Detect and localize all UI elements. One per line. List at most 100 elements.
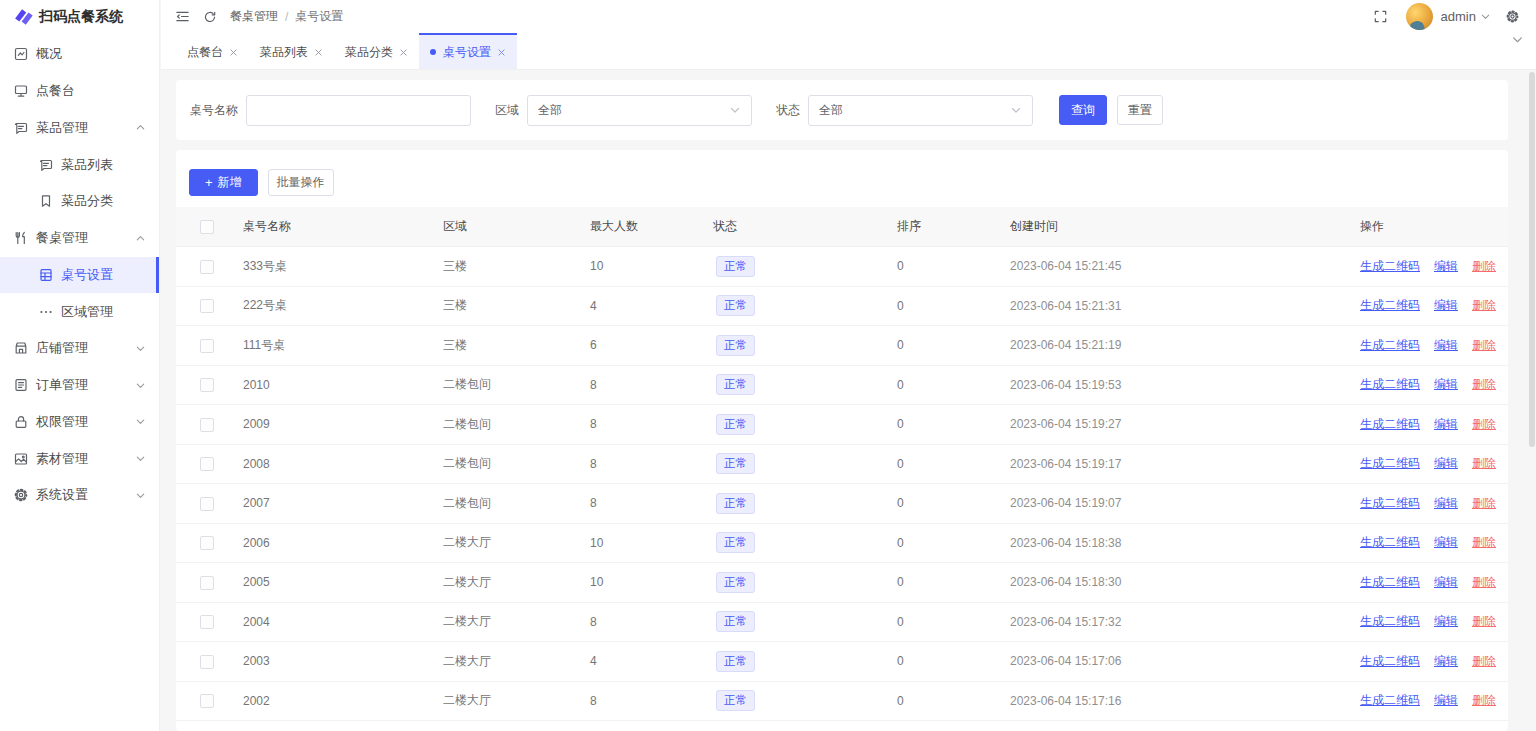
edit-link[interactable]: 编辑 (1434, 535, 1458, 549)
generate-qrcode-link[interactable]: 生成二维码 (1360, 654, 1420, 668)
row-checkbox[interactable] (200, 418, 214, 432)
delete-link[interactable]: 删除 (1472, 575, 1496, 589)
edit-link[interactable]: 编辑 (1434, 575, 1458, 589)
refresh-icon[interactable] (203, 10, 217, 24)
collapse-menu-icon[interactable] (175, 9, 190, 24)
tab-close-icon[interactable] (229, 48, 238, 57)
breadcrumb-item-1[interactable]: 餐桌管理 (230, 8, 278, 25)
row-checkbox[interactable] (200, 497, 214, 511)
sidebar-item-13[interactable]: 系统设置 (0, 477, 159, 514)
edit-link[interactable]: 编辑 (1434, 259, 1458, 273)
delete-link[interactable]: 删除 (1472, 654, 1496, 668)
sidebar-item-10[interactable]: 订单管理 (0, 367, 159, 404)
cell-sort: 0 (897, 417, 1010, 431)
table-manage-icon (13, 230, 29, 246)
generate-qrcode-link[interactable]: 生成二维码 (1360, 259, 1420, 273)
delete-link[interactable]: 删除 (1472, 259, 1496, 273)
add-button[interactable]: +新增 (189, 169, 258, 196)
select-all-checkbox[interactable] (200, 220, 214, 234)
user-chevron-down-icon[interactable] (1480, 11, 1491, 22)
cell-region: 二楼大厅 (443, 534, 590, 551)
tab-2[interactable]: 菜品列表 (249, 33, 334, 69)
generate-qrcode-link[interactable]: 生成二维码 (1360, 535, 1420, 549)
edit-link[interactable]: 编辑 (1434, 654, 1458, 668)
row-checkbox[interactable] (200, 576, 214, 590)
tab-4[interactable]: 桌号设置 (419, 33, 517, 69)
generate-qrcode-link[interactable]: 生成二维码 (1360, 496, 1420, 510)
edit-link[interactable]: 编辑 (1434, 456, 1458, 470)
delete-link[interactable]: 删除 (1472, 614, 1496, 628)
username[interactable]: admin (1441, 9, 1476, 24)
tab-close-icon[interactable] (399, 48, 408, 57)
cell-region: 二楼包间 (443, 495, 590, 512)
sidebar-item-3[interactable]: 菜品管理 (0, 110, 159, 147)
row-checkbox[interactable] (200, 339, 214, 353)
edit-link[interactable]: 编辑 (1434, 377, 1458, 391)
delete-link[interactable]: 删除 (1472, 298, 1496, 312)
edit-link[interactable]: 编辑 (1434, 338, 1458, 352)
tab-close-icon[interactable] (314, 48, 323, 57)
sidebar-item-5[interactable]: 菜品分类 (0, 183, 159, 220)
cell-max: 8 (590, 694, 713, 708)
generate-qrcode-link[interactable]: 生成二维码 (1360, 377, 1420, 391)
generate-qrcode-link[interactable]: 生成二维码 (1360, 338, 1420, 352)
delete-link[interactable]: 删除 (1472, 338, 1496, 352)
generate-qrcode-link[interactable]: 生成二维码 (1360, 575, 1420, 589)
delete-link[interactable]: 删除 (1472, 377, 1496, 391)
sidebar-item-12[interactable]: 素材管理 (0, 440, 159, 477)
generate-qrcode-link[interactable]: 生成二维码 (1360, 417, 1420, 431)
col-header-region: 区域 (443, 218, 590, 235)
row-checkbox[interactable] (200, 694, 214, 708)
tab-3[interactable]: 菜品分类 (334, 33, 419, 69)
tab-label: 菜品列表 (260, 44, 308, 61)
delete-link[interactable]: 删除 (1472, 456, 1496, 470)
delete-link[interactable]: 删除 (1472, 693, 1496, 707)
sidebar-item-8[interactable]: 区域管理 (0, 293, 159, 330)
region-select[interactable]: 全部 (527, 95, 752, 126)
row-checkbox[interactable] (200, 260, 214, 274)
status-select[interactable]: 全部 (808, 95, 1033, 126)
sidebar-item-2[interactable]: 点餐台 (0, 73, 159, 110)
edit-link[interactable]: 编辑 (1434, 298, 1458, 312)
fullscreen-icon[interactable] (1373, 9, 1388, 24)
tab-close-icon[interactable] (497, 48, 506, 57)
sidebar-item-4[interactable]: 菜品列表 (0, 146, 159, 183)
row-checkbox[interactable] (200, 536, 214, 550)
cell-region: 二楼大厅 (443, 613, 590, 630)
edit-link[interactable]: 编辑 (1434, 693, 1458, 707)
edit-link[interactable]: 编辑 (1434, 614, 1458, 628)
sidebar-item-9[interactable]: 店铺管理 (0, 330, 159, 367)
row-checkbox[interactable] (200, 615, 214, 629)
avatar[interactable] (1406, 3, 1433, 30)
table-row: 2003二楼大厅4正常02023-06-04 15:17:06生成二维码编辑删除 (176, 642, 1508, 682)
edit-link[interactable]: 编辑 (1434, 417, 1458, 431)
tab-1[interactable]: 点餐台 (176, 33, 249, 69)
vertical-scrollbar[interactable] (1529, 72, 1535, 447)
generate-qrcode-link[interactable]: 生成二维码 (1360, 693, 1420, 707)
tabs-chevron-down-icon[interactable] (1511, 33, 1524, 46)
sidebar-item-1[interactable]: 概况 (0, 36, 159, 73)
sidebar-item-11[interactable]: 权限管理 (0, 404, 159, 441)
topbar: 餐桌管理 / 桌号设置 admin (161, 0, 1536, 33)
row-checkbox[interactable] (200, 655, 214, 669)
sidebar-item-7[interactable]: 桌号设置 (0, 257, 159, 294)
table-name-input[interactable] (246, 95, 471, 126)
settings-gear-icon[interactable] (1505, 9, 1520, 24)
reset-button[interactable]: 重置 (1117, 95, 1163, 125)
content-area: 桌号名称 区域 全部 状态 全部 查询 重置 +新增 批量操作 桌号名称 (161, 70, 1536, 731)
generate-qrcode-link[interactable]: 生成二维码 (1360, 298, 1420, 312)
search-button[interactable]: 查询 (1059, 95, 1107, 125)
row-checkbox[interactable] (200, 457, 214, 471)
edit-link[interactable]: 编辑 (1434, 496, 1458, 510)
table-toolbar: +新增 批量操作 (176, 150, 1508, 196)
batch-operation-button[interactable]: 批量操作 (268, 169, 334, 196)
delete-link[interactable]: 删除 (1472, 535, 1496, 549)
delete-link[interactable]: 删除 (1472, 496, 1496, 510)
sidebar-item-6[interactable]: 餐桌管理 (0, 220, 159, 257)
generate-qrcode-link[interactable]: 生成二维码 (1360, 456, 1420, 470)
row-checkbox[interactable] (200, 378, 214, 392)
delete-link[interactable]: 删除 (1472, 417, 1496, 431)
area-manage-icon (38, 304, 54, 320)
row-checkbox[interactable] (200, 299, 214, 313)
generate-qrcode-link[interactable]: 生成二维码 (1360, 614, 1420, 628)
